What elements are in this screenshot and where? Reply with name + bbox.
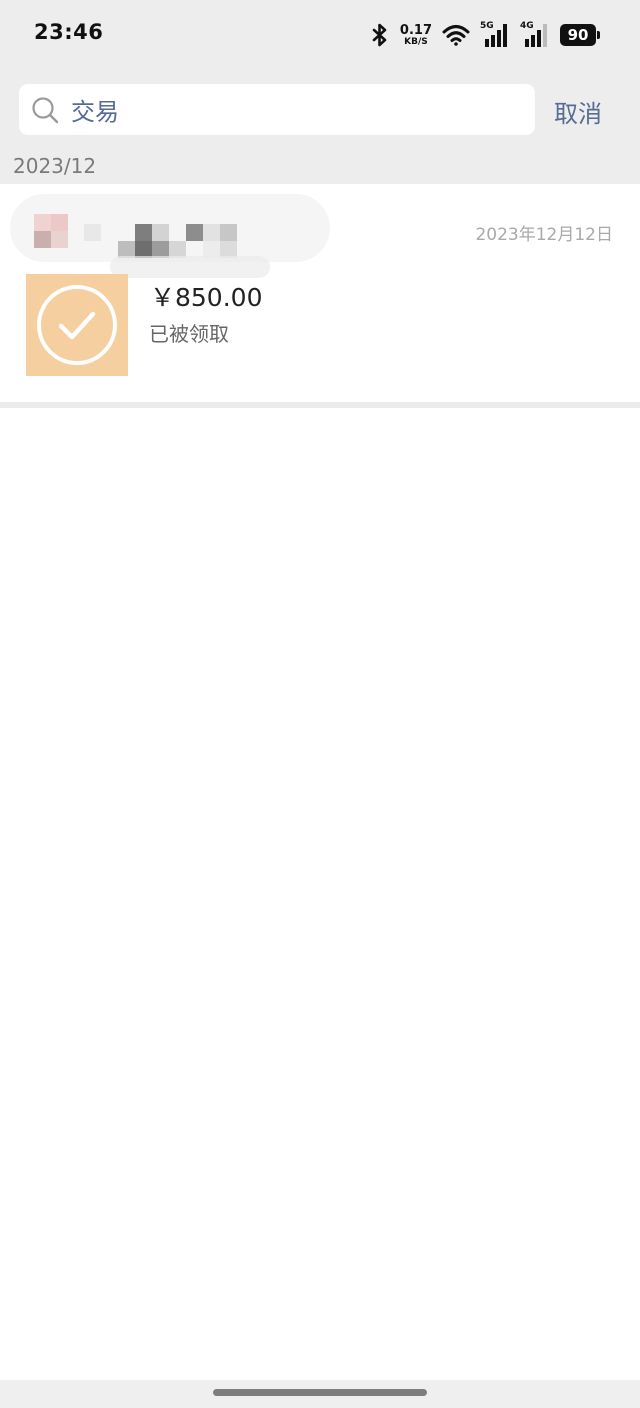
- cancel-button[interactable]: 取消: [554, 94, 602, 129]
- transaction-date: 2023年12月12日: [475, 225, 613, 245]
- redaction-smudge: [110, 256, 270, 278]
- signal-5g: 5G: [480, 21, 510, 47]
- signal-icon: [485, 24, 507, 47]
- sender-name-redacted: [10, 194, 330, 262]
- transaction-amount: ￥850.00: [150, 283, 263, 312]
- battery-level: 90: [560, 24, 596, 46]
- home-indicator[interactable]: [213, 1389, 427, 1396]
- red-packet-tile: [26, 274, 128, 376]
- month-header: 2023/12: [13, 154, 97, 178]
- network-speed-unit: KB/S: [404, 36, 428, 47]
- signal-4g: 4G: [520, 21, 550, 47]
- signal-icon: [525, 24, 547, 47]
- check-circle-icon: [37, 285, 117, 365]
- status-time: 23:46: [34, 20, 104, 44]
- navigation-bar: [0, 1380, 640, 1408]
- transaction-card[interactable]: 2023年12月12日 ￥850.00 已被领取: [0, 184, 640, 402]
- network-speed-value: 0.17: [399, 22, 432, 38]
- search-bar[interactable]: [19, 84, 535, 135]
- search-input[interactable]: [71, 84, 521, 135]
- wifi-icon: [442, 24, 470, 46]
- bluetooth-icon: [370, 23, 390, 47]
- network-speed: 0.17 KB/S: [400, 24, 432, 47]
- status-icons: 0.17 KB/S 5G 4G 90: [370, 20, 600, 50]
- status-bar: 23:46 0.17 KB/S 5G 4G 90: [0, 0, 640, 72]
- transaction-status: 已被领取: [149, 322, 229, 346]
- search-icon: [31, 96, 59, 128]
- battery-icon: 90: [560, 24, 600, 46]
- divider: [0, 402, 640, 408]
